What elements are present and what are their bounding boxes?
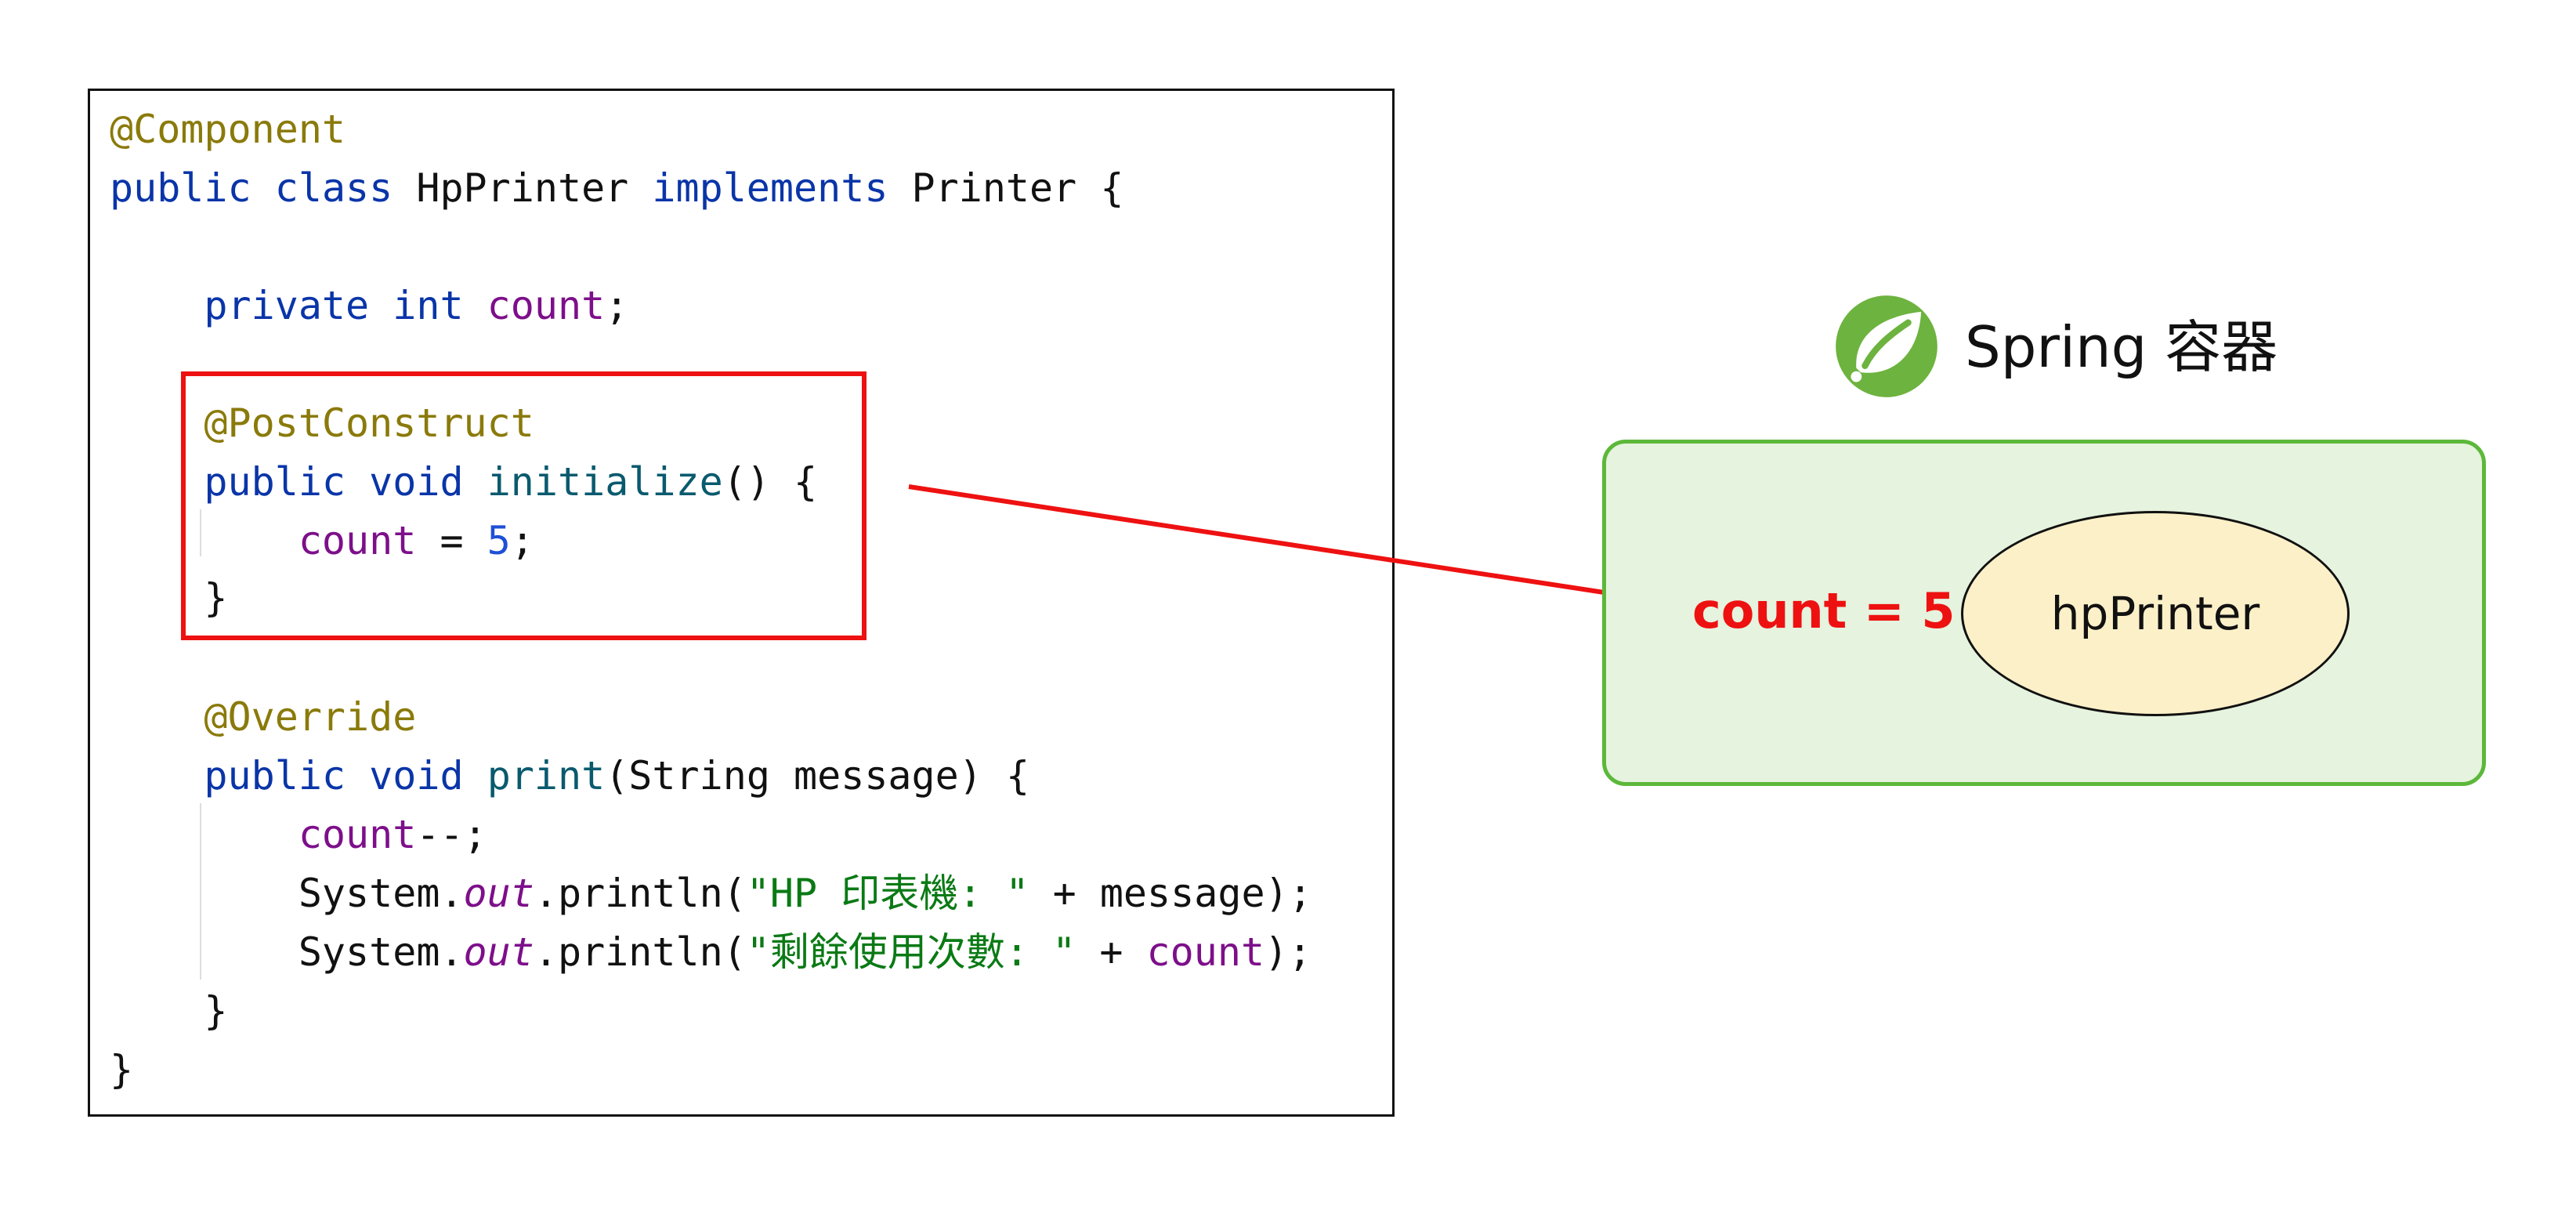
spring-leaf-icon (1836, 295, 1937, 397)
spring-container-title: Spring 容器 (1965, 314, 2278, 380)
bean-label: hpPrinter (2050, 587, 2260, 640)
arrow-line (908, 484, 1646, 601)
count-value-label: count = 5 (1692, 582, 1956, 639)
